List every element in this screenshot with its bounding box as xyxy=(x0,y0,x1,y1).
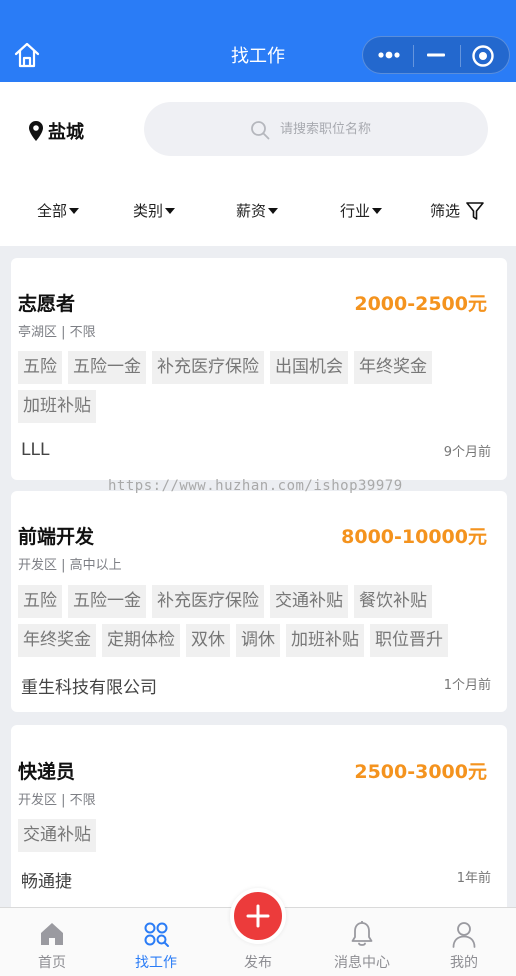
tab-jobs-label: 找工作 xyxy=(135,955,177,971)
filter-category-label: 类别 xyxy=(133,202,164,220)
job-card[interactable]: 志愿者 2000-2500元 亭湖区 | 不限 五险 五险一金 补充医疗保险 出… xyxy=(11,258,507,480)
city-selector[interactable]: 盐城 xyxy=(28,118,84,144)
miniprogram-capsule xyxy=(362,36,510,74)
tab-messages[interactable]: 消息中心 xyxy=(310,908,414,976)
benefit-tag: 调休 xyxy=(236,624,280,657)
search-header: 盐城 全部 类别 薪资 行业 筛选 xyxy=(0,82,516,246)
benefit-tag: 年终奖金 xyxy=(18,624,96,657)
watermark-text: https://www.huzhan.com/ishop39979 xyxy=(108,478,403,494)
filter-salary-label: 薪资 xyxy=(236,202,267,220)
benefit-tag: 出国机会 xyxy=(270,351,348,384)
filter-advanced[interactable]: 筛选 xyxy=(430,200,484,221)
user-icon xyxy=(452,922,476,948)
job-meta: 开发区 | 高中以上 xyxy=(18,558,122,573)
filter-bar: 全部 类别 薪资 行业 筛选 xyxy=(0,200,516,224)
job-meta: 开发区 | 不限 xyxy=(18,793,96,808)
bell-icon xyxy=(351,921,373,946)
search-icon xyxy=(251,121,270,140)
benefit-tags: 五险 五险一金 补充医疗保险 出国机会 年终奖金 加班补贴 xyxy=(18,351,498,429)
caret-down-icon xyxy=(69,207,80,214)
close-target-icon[interactable] xyxy=(471,44,495,68)
navbar: 找工作 xyxy=(0,0,516,82)
benefit-tag: 年终奖金 xyxy=(354,351,432,384)
caret-down-icon xyxy=(165,207,176,214)
city-name: 盐城 xyxy=(48,122,84,143)
benefit-tag: 定期体检 xyxy=(102,624,180,657)
caret-down-icon xyxy=(268,207,279,214)
benefit-tag: 交通补贴 xyxy=(270,585,348,618)
company-name: 畅通捷 xyxy=(21,872,72,892)
job-title: 前端开发 xyxy=(18,526,95,548)
job-card[interactable]: 快递员 2500-3000元 开发区 | 不限 交通补贴 畅通捷 1年前 xyxy=(11,725,507,915)
benefit-tag: 职位晋升 xyxy=(370,624,448,657)
location-pin-icon xyxy=(29,121,43,141)
filter-category[interactable]: 类别 xyxy=(133,200,176,221)
benefit-tags: 五险 五险一金 补充医疗保险 交通补贴 餐饮补贴 年终奖金 定期体检 双休 调休… xyxy=(18,585,498,663)
benefit-tag: 加班补贴 xyxy=(18,390,96,423)
filter-industry-label: 行业 xyxy=(340,202,371,220)
caret-down-icon xyxy=(372,207,383,214)
home-icon xyxy=(41,923,63,945)
benefit-tag: 加班补贴 xyxy=(286,624,364,657)
job-meta: 亭湖区 | 不限 xyxy=(18,325,96,340)
filter-industry[interactable]: 行业 xyxy=(340,200,383,221)
funnel-icon xyxy=(466,201,484,220)
filter-all[interactable]: 全部 xyxy=(37,200,80,221)
company-name: LLL xyxy=(21,440,50,460)
company-name: 重生科技有限公司 xyxy=(21,678,157,698)
benefit-tag: 五险 xyxy=(18,351,62,384)
benefit-tag: 五险一金 xyxy=(68,585,146,618)
tab-messages-label: 消息中心 xyxy=(334,955,390,971)
benefit-tag: 餐饮补贴 xyxy=(354,585,432,618)
benefit-tag: 五险 xyxy=(18,585,62,618)
benefit-tags: 交通补贴 xyxy=(18,819,498,858)
plus-icon xyxy=(246,904,270,928)
post-time: 1年前 xyxy=(456,871,491,886)
filter-all-label: 全部 xyxy=(37,202,68,220)
job-card[interactable]: 前端开发 8000-10000元 开发区 | 高中以上 五险 五险一金 补充医疗… xyxy=(11,491,507,712)
more-icon[interactable] xyxy=(377,45,401,65)
search-box[interactable] xyxy=(144,102,488,156)
benefit-tag: 补充医疗保险 xyxy=(152,585,264,618)
tab-mine-label: 我的 xyxy=(450,955,478,971)
post-time: 9个月前 xyxy=(443,445,491,460)
filter-advanced-label: 筛选 xyxy=(430,202,461,220)
tab-home[interactable]: 首页 xyxy=(0,908,104,976)
benefit-tag: 交通补贴 xyxy=(18,819,96,852)
benefit-tag: 双休 xyxy=(186,624,230,657)
job-title: 志愿者 xyxy=(18,293,76,315)
job-salary: 2500-3000元 xyxy=(354,761,487,783)
tab-publish-label: 发布 xyxy=(244,955,272,971)
filter-salary[interactable]: 薪资 xyxy=(236,200,279,221)
search-input[interactable] xyxy=(280,116,470,142)
find-jobs-icon xyxy=(144,922,169,947)
publish-button[interactable] xyxy=(230,888,286,944)
job-title: 快递员 xyxy=(18,761,76,783)
benefit-tag: 五险一金 xyxy=(68,351,146,384)
capsule-divider xyxy=(413,45,414,67)
minimize-icon[interactable] xyxy=(426,45,446,65)
capsule-divider xyxy=(460,45,461,67)
benefit-tag: 补充医疗保险 xyxy=(152,351,264,384)
tab-jobs[interactable]: 找工作 xyxy=(104,908,208,976)
tab-home-label: 首页 xyxy=(38,955,66,971)
job-salary: 8000-10000元 xyxy=(341,526,487,548)
post-time: 1个月前 xyxy=(443,678,491,693)
job-salary: 2000-2500元 xyxy=(354,293,487,315)
tab-mine[interactable]: 我的 xyxy=(412,908,516,976)
